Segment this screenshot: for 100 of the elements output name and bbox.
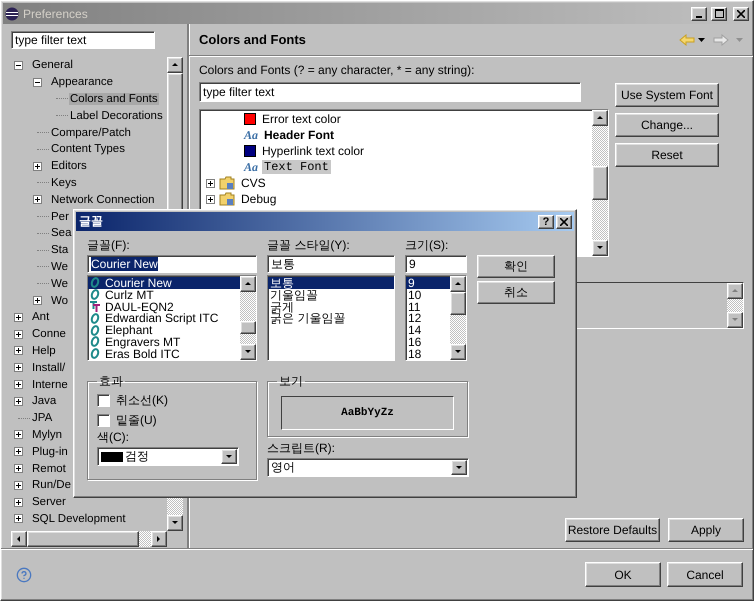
collapse-icon[interactable] — [33, 78, 42, 87]
list-item[interactable]: Engravers MT — [88, 336, 240, 348]
tree-item[interactable]: Label Decorations — [69, 110, 164, 122]
list-item[interactable]: 10 — [406, 288, 450, 301]
list-item[interactable]: 18 — [406, 348, 450, 360]
tree-item[interactable]: We — [50, 278, 70, 290]
list-item[interactable]: 보통 — [268, 277, 394, 289]
page-button[interactable]: Restore Defaults — [565, 518, 660, 542]
tree-item[interactable]: Debug — [239, 192, 278, 206]
scroll-up-button[interactable] — [450, 276, 466, 292]
checkbox[interactable] — [97, 394, 110, 406]
collapse-icon[interactable] — [14, 60, 23, 70]
list-box[interactable]: 9 10 11 12 14 16 18 — [405, 275, 467, 361]
expand-icon[interactable] — [14, 312, 23, 322]
scrollbar-thumb[interactable] — [450, 292, 466, 316]
list-item[interactable]: DAUL-EQN2 — [88, 300, 240, 312]
expand-icon[interactable] — [14, 363, 23, 372]
tree-item[interactable]: Text Font — [262, 160, 331, 174]
color-dropdown[interactable]: 검정 — [97, 447, 239, 466]
expand-icon[interactable] — [14, 498, 23, 507]
tree-item[interactable]: Plug-in — [31, 446, 69, 458]
scroll-down-button[interactable] — [592, 240, 608, 256]
tree-item[interactable]: We — [50, 260, 70, 273]
list-item[interactable]: Eras Bold ITC — [88, 348, 240, 360]
tree-item[interactable]: Network Connection — [50, 194, 156, 206]
dialog-button[interactable]: 취소 — [477, 281, 555, 304]
expand-icon[interactable] — [14, 514, 23, 524]
checkbox[interactable] — [97, 414, 110, 426]
tree-item[interactable]: Remot — [31, 462, 67, 475]
list-item[interactable]: 9 — [406, 277, 450, 289]
expand-icon[interactable] — [14, 380, 23, 390]
font-size-field[interactable]: 9 — [405, 255, 467, 273]
tree-item[interactable]: Mylyn — [31, 428, 64, 441]
expand-icon[interactable] — [33, 296, 42, 306]
tree-item[interactable]: Hyperlink text color — [260, 144, 366, 158]
scrollbar-thumb[interactable] — [240, 320, 256, 334]
close-button[interactable] — [556, 214, 572, 228]
tree-item[interactable]: Install/ — [31, 362, 66, 374]
expand-icon[interactable] — [14, 346, 23, 356]
expand-icon[interactable] — [33, 162, 42, 171]
scrollbar-thumb[interactable] — [592, 166, 608, 200]
side-button[interactable]: Use System Font — [615, 83, 719, 107]
tree-item[interactable]: SQL Development — [31, 512, 127, 525]
expand-icon[interactable] — [33, 195, 42, 204]
expand-icon[interactable] — [206, 178, 215, 188]
expand-icon[interactable] — [14, 447, 23, 456]
scroll-down-button[interactable] — [240, 344, 256, 360]
scroll-right-button[interactable] — [151, 531, 167, 547]
tree-item[interactable]: Editors — [50, 160, 88, 172]
minimize-button[interactable] — [691, 6, 707, 20]
tree-item[interactable]: JPA — [31, 412, 54, 424]
script-dropdown[interactable]: 영어 — [267, 458, 469, 477]
list-box[interactable]: Courier New Curlz MT DAUL-EQN2 Edwardian Script ITC Elephant Engravers MT Eras Bold ITC — [87, 275, 257, 361]
dialog-button[interactable]: 확인 — [477, 255, 555, 278]
list-item[interactable]: Edwardian Script ITC — [88, 312, 240, 324]
font-name-field[interactable]: Courier New — [87, 255, 257, 273]
expand-icon[interactable] — [14, 396, 23, 406]
tree-item[interactable]: Appearance — [50, 76, 114, 88]
tree-item[interactable]: Error text color — [260, 112, 343, 126]
tree-item[interactable]: Ant — [31, 311, 50, 324]
scroll-up-button[interactable] — [240, 276, 256, 292]
tree-item[interactable]: Per — [50, 210, 70, 223]
tree-item[interactable]: CVS — [239, 176, 268, 190]
tree-item[interactable]: Server — [31, 496, 67, 508]
side-button[interactable]: Change... — [615, 113, 719, 137]
page-button[interactable]: Apply — [668, 518, 744, 542]
maximize-button[interactable] — [711, 6, 727, 20]
scroll-up-button[interactable] — [167, 57, 183, 73]
dialog-button[interactable]: Cancel — [667, 562, 743, 587]
side-button[interactable]: Reset — [615, 143, 719, 167]
scroll-up-button[interactable] — [727, 283, 743, 299]
tree-item[interactable]: Conne — [31, 328, 67, 340]
tree-item[interactable]: Wo — [50, 294, 70, 307]
tree-item[interactable]: Sea — [50, 227, 72, 240]
dropdown-icon[interactable] — [698, 38, 705, 42]
expand-icon[interactable] — [14, 430, 23, 440]
filter-field[interactable]: type filter text — [11, 31, 155, 49]
list-item[interactable]: 굵게 — [268, 300, 394, 312]
filter-field[interactable]: type filter text — [199, 82, 581, 102]
list-item[interactable]: Courier New — [88, 277, 240, 289]
list-item[interactable]: 굵은 기울임꼴 — [268, 312, 394, 324]
expand-icon[interactable] — [14, 330, 23, 339]
list-item[interactable]: 16 — [406, 336, 450, 348]
list-item[interactable]: 기울임꼴 — [268, 288, 394, 301]
tree-item[interactable]: Header Font — [262, 128, 336, 142]
tree-item[interactable]: Sta — [50, 244, 70, 256]
list-item[interactable]: Elephant — [88, 324, 240, 336]
scroll-up-button[interactable] — [592, 110, 608, 126]
expand-icon[interactable] — [14, 464, 23, 474]
scroll-left-button[interactable] — [11, 531, 27, 547]
tree-item[interactable]: Keys — [50, 176, 78, 189]
font-style-field[interactable]: 보통 — [267, 255, 395, 273]
tree-item[interactable]: Interne — [31, 378, 69, 391]
scrollbar-thumb[interactable] — [27, 531, 139, 547]
tree-item[interactable]: Java — [31, 395, 58, 408]
tree-item[interactable]: Run/De — [31, 479, 72, 492]
tree-item[interactable]: General — [31, 59, 74, 72]
list-box[interactable]: 보통 기울임꼴 굵게 굵은 기울임꼴 — [267, 275, 395, 361]
list-item[interactable]: 14 — [406, 324, 450, 336]
close-button[interactable] — [733, 6, 749, 20]
